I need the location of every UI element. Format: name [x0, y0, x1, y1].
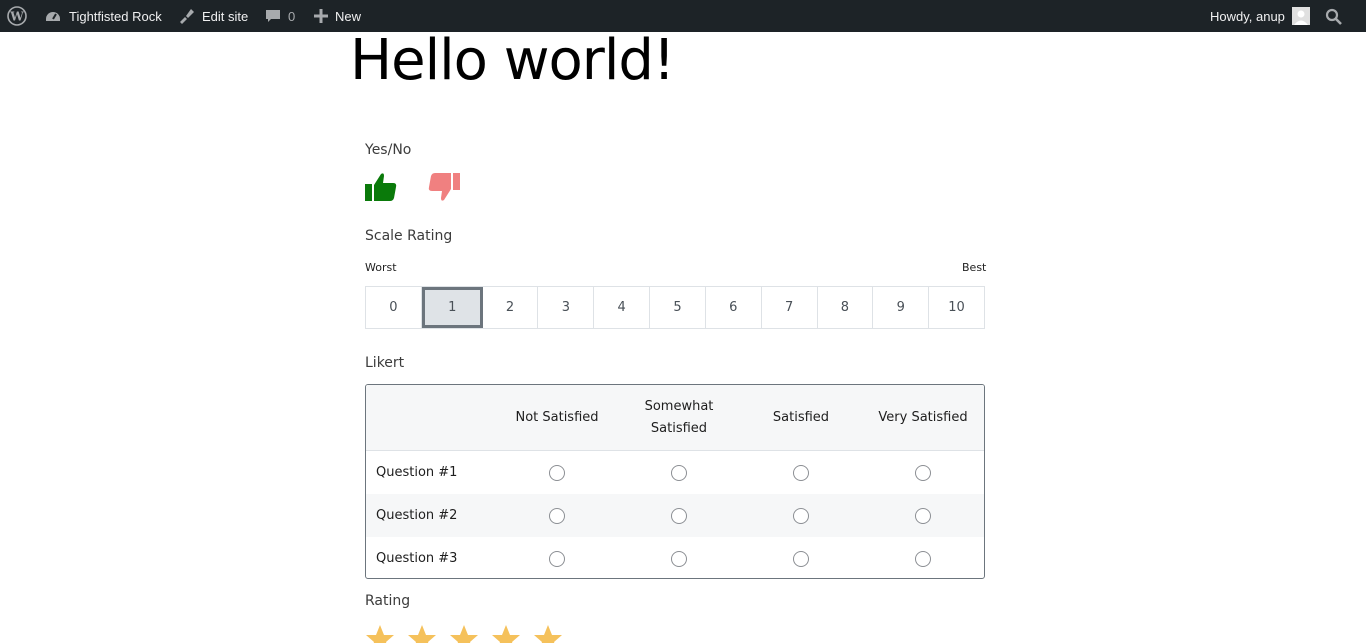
- likert-radio[interactable]: [671, 464, 687, 481]
- scale-option-9[interactable]: 9: [873, 287, 930, 328]
- likert-radio[interactable]: [915, 507, 931, 524]
- likert-radio[interactable]: [915, 550, 931, 567]
- scale-option-8[interactable]: 8: [817, 287, 874, 328]
- star-icon[interactable]: [449, 624, 479, 643]
- site-name-label: Tightfisted Rock: [69, 8, 162, 24]
- scale-option-7[interactable]: 7: [761, 287, 818, 328]
- likert-radio[interactable]: [549, 550, 565, 567]
- comments-count: 0: [288, 8, 296, 24]
- likert-radio[interactable]: [549, 464, 565, 481]
- brush-icon: [180, 9, 194, 24]
- scale-best-label: Best: [962, 261, 987, 274]
- scale-option-2[interactable]: 2: [482, 287, 539, 328]
- page-title: Hello world!: [350, 28, 675, 93]
- likert-question-label: Question #3: [376, 551, 458, 566]
- likert-row: Question #1: [366, 451, 984, 494]
- likert-question-label: Question #1: [376, 465, 458, 480]
- site-name-link[interactable]: Tightfisted Rock: [44, 0, 162, 32]
- edit-site-label: Edit site: [202, 8, 249, 24]
- star-icon[interactable]: [407, 624, 437, 643]
- edit-site-link[interactable]: Edit site: [177, 0, 248, 32]
- dashboard-icon: [46, 12, 60, 21]
- wordpress-logo-icon[interactable]: W: [7, 0, 27, 32]
- scale-option-4[interactable]: 4: [594, 287, 651, 328]
- scale-option-3[interactable]: 3: [538, 287, 595, 328]
- likert-label: Likert: [365, 355, 405, 371]
- scale-option-0[interactable]: 0: [366, 287, 422, 328]
- likert-header-empty: [366, 385, 496, 450]
- likert-row: Question #3: [366, 537, 984, 578]
- likert-header-row: Not Satisfied Somewhat Satisfied Satisfi…: [366, 385, 984, 451]
- likert-radio[interactable]: [793, 550, 809, 567]
- scale-rating-options: 0 1 2 3 4 5 6 7 8 9 10: [365, 286, 985, 329]
- thumbs-down-icon[interactable]: [426, 171, 460, 203]
- likert-radio[interactable]: [671, 507, 687, 524]
- thumbs-up-icon[interactable]: [365, 171, 399, 203]
- scale-option-10[interactable]: 10: [929, 287, 984, 328]
- likert-column-header: Very Satisfied: [878, 410, 968, 425]
- yes-no-label: Yes/No: [365, 142, 412, 158]
- scale-option-1[interactable]: 1: [421, 287, 483, 328]
- likert-row: Question #2: [366, 494, 984, 537]
- likert-table: Not Satisfied Somewhat Satisfied Satisfi…: [365, 384, 985, 579]
- scale-rating-label: Scale Rating: [365, 228, 453, 244]
- star-icon[interactable]: [365, 624, 395, 643]
- rating-label: Rating: [365, 593, 411, 609]
- admin-bar: W Tightfisted Rock Edit site 0 New Howdy…: [0, 0, 1366, 32]
- likert-radio[interactable]: [671, 550, 687, 567]
- likert-radio[interactable]: [549, 507, 565, 524]
- comment-icon: [266, 10, 280, 22]
- likert-radio[interactable]: [793, 464, 809, 481]
- scale-option-6[interactable]: 6: [705, 287, 762, 328]
- account-menu[interactable]: Howdy, anup: [1210, 0, 1310, 32]
- likert-radio[interactable]: [793, 507, 809, 524]
- scale-worst-label: Worst: [365, 261, 397, 274]
- new-label: New: [335, 8, 362, 24]
- star-rating: [365, 624, 563, 643]
- likert-radio[interactable]: [915, 464, 931, 481]
- search-icon[interactable]: [1325, 0, 1342, 32]
- likert-question-label: Question #2: [376, 508, 458, 523]
- plus-icon: [314, 9, 328, 23]
- star-icon[interactable]: [533, 624, 563, 643]
- svg-text:W: W: [9, 10, 24, 24]
- likert-column-header: Somewhat Satisfied: [644, 399, 714, 436]
- comments-link[interactable]: 0: [265, 0, 295, 32]
- scale-option-5[interactable]: 5: [650, 287, 706, 328]
- avatar: [1291, 7, 1310, 25]
- likert-column-header: Not Satisfied: [515, 410, 599, 425]
- star-icon[interactable]: [491, 624, 521, 643]
- howdy-label: Howdy, anup: [1210, 8, 1285, 24]
- likert-column-header: Satisfied: [772, 410, 830, 425]
